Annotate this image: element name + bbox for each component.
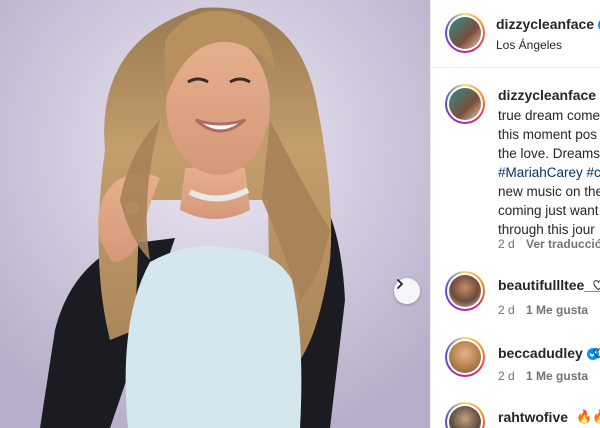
post-location[interactable]: Los Ángeles [496,38,562,52]
caption-avatar[interactable] [445,84,485,124]
comment-username[interactable]: beautifullltee__ [498,277,600,293]
comment-username[interactable]: rahtwofive [498,409,568,425]
comment-meta: 2 d 1 Me gusta [498,303,588,317]
caption-line: coming just want [498,203,599,218]
caption-username[interactable]: dizzycleanface [498,87,600,103]
comment-likes[interactable]: 1 Me gusta [526,303,588,317]
comment-age: 2 d [498,369,515,383]
comment-age: 2 d [498,303,515,317]
post-side-panel: dizzycleanface Los Ángeles dizzycleanfac… [430,0,600,428]
post-header: dizzycleanface Los Ángeles [431,0,600,68]
heart-icon[interactable] [593,280,600,291]
caption-text: true dream come this moment pos the love… [498,106,600,239]
caption-line: this moment pos [498,127,598,142]
chevron-right-icon [397,279,403,289]
comment-emoji: 🔥🔥 [576,409,600,424]
caption-line: the love. Dreams [498,146,600,161]
comment-avatar[interactable] [445,271,485,311]
post-media[interactable] [0,0,430,428]
header-username[interactable]: dizzycleanface [496,16,600,32]
post-photo [0,0,430,428]
caption-meta: 2 d Ver traducción [498,237,600,251]
caption-line: new music on the [498,184,600,199]
comment-likes[interactable]: 1 Me gusta [526,369,588,383]
caption-age: 2 d [498,237,515,251]
caption-line: true dream come [498,108,600,123]
carousel-next-button[interactable] [394,278,420,304]
caption-hashtags[interactable]: #MariahCarey #c [498,163,600,182]
translate-link[interactable]: Ver traducción [526,237,600,251]
avatar[interactable] [445,13,485,53]
comment-meta: 2 d 1 Me gusta [498,369,588,383]
comment-username[interactable]: beccadudley [498,345,599,361]
heart-icon[interactable] [593,348,600,359]
comment-avatar[interactable] [445,402,485,428]
comment-avatar[interactable] [445,337,485,377]
